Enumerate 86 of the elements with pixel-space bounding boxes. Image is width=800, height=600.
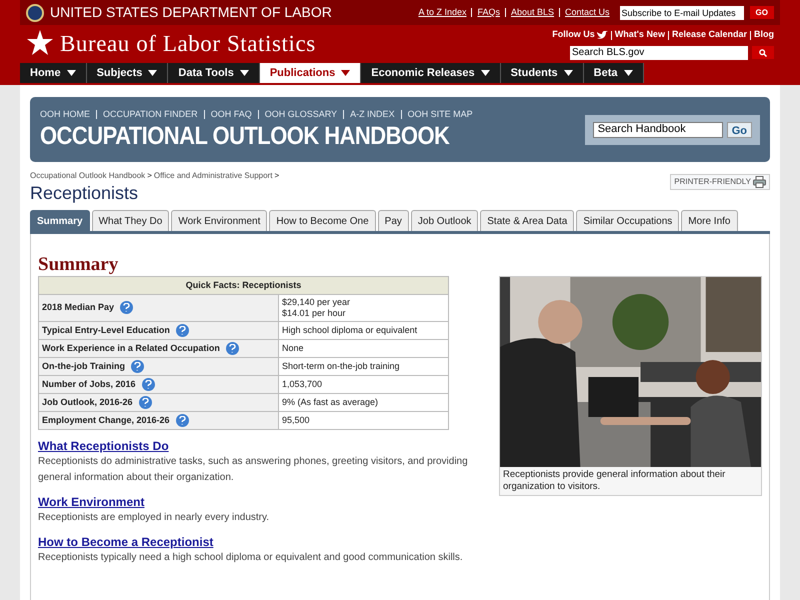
banner-link[interactable]: OOH FAQ <box>210 108 252 122</box>
site-search-field[interactable]: Search BLS.gov <box>570 46 748 60</box>
help-icon[interactable] <box>120 301 134 314</box>
caret-icon <box>624 70 632 76</box>
banner-link[interactable]: A-Z INDEX <box>350 108 395 122</box>
department-name: UNITED STATES DEPARTMENT OF LABOR <box>50 3 332 22</box>
banner-link[interactable]: OOH HOME <box>40 108 90 122</box>
section-tab[interactable]: State & Area Data <box>480 210 574 231</box>
site-title: Bureau of Labor Statistics <box>60 30 316 58</box>
caret-icon <box>66 70 76 76</box>
table-cell: Job Outlook, 2016-26 <box>38 394 278 412</box>
banner-link[interactable]: OOH SITE MAP <box>408 108 473 122</box>
help-icon[interactable] <box>131 360 144 373</box>
search-icon <box>759 48 767 57</box>
help-icon[interactable] <box>138 396 152 409</box>
section-tab[interactable]: Pay <box>378 210 409 231</box>
breadcrumb-separator: > <box>274 170 280 182</box>
caret-icon <box>240 70 249 76</box>
nav-menu[interactable]: Subjects <box>86 63 168 83</box>
caret-icon <box>564 70 573 76</box>
table-cell: High school diploma or equivalent <box>278 322 448 340</box>
seal-icon <box>26 4 44 22</box>
table-cell: Employment Change, 2016-26 <box>38 412 278 430</box>
section-tab[interactable]: Work Environment <box>171 210 268 231</box>
summary-heading: Summary <box>38 254 120 276</box>
section-link[interactable]: What Receptionists Do <box>38 438 169 454</box>
subscribe-field[interactable]: Subscribe to E-mail Updates <box>620 6 744 20</box>
table-cell: Typical Entry-Level Education <box>38 322 278 340</box>
table-cell: $29,140 per year $14.01 per hour <box>278 294 448 322</box>
section-link[interactable]: Work Environment <box>38 494 144 510</box>
quick-link[interactable]: What's New <box>614 28 665 42</box>
help-icon[interactable] <box>176 324 189 337</box>
table-cell: None <box>278 340 448 358</box>
handbook-go-button[interactable]: Go <box>726 122 752 138</box>
nav-menu[interactable]: Students <box>500 63 584 83</box>
top-link[interactable]: A to Z Index <box>418 6 466 20</box>
photo-caption: Receptionists provide general information about their organization to visitors. <box>500 467 761 495</box>
printer-icon <box>753 176 766 188</box>
table-title: Quick Facts: Receptionists <box>38 276 448 294</box>
table-cell: Number of Jobs, 2016 <box>38 376 278 394</box>
caret-icon <box>480 70 490 76</box>
section-text: Receptionists do administrative tasks, such as answering phones, greeting visitors, and providing general information about their organization. <box>38 455 469 485</box>
section-text: Receptionists typically need a high school diploma or equivalent and good communication skills. <box>38 551 464 565</box>
nav-menu[interactable]: Publications <box>260 63 362 83</box>
section-tab[interactable]: What They Do <box>92 210 170 231</box>
top-link[interactable]: Contact Us <box>565 6 610 20</box>
caret-icon <box>148 70 158 76</box>
table-cell: 9% (As fast as average) <box>278 394 448 412</box>
banner-link[interactable]: OCCUPATION FINDER <box>103 108 198 122</box>
breadcrumb-separator: > <box>147 170 152 182</box>
table-cell: 1,053,700 <box>278 376 448 394</box>
top-link[interactable]: About BLS <box>510 6 554 20</box>
table-cell: 95,500 <box>278 412 448 430</box>
table-cell: Work Experience in a Related Occupation <box>38 340 278 358</box>
nav-menu[interactable]: Home <box>20 63 87 83</box>
help-icon[interactable] <box>176 414 189 427</box>
section-tab[interactable]: Summary <box>30 210 90 231</box>
banner-link[interactable]: OOH GLOSSARY <box>264 108 338 122</box>
table-cell: On-the-job Training <box>38 358 278 376</box>
section-tab[interactable]: More Info <box>681 210 738 231</box>
nav-menu[interactable]: Economic Releases <box>361 63 501 83</box>
help-icon[interactable] <box>142 378 155 391</box>
section-text: Receptionists are employed in nearly every industry. <box>38 511 270 525</box>
printer-friendly-button[interactable]: PRINTER-FRIENDLY <box>670 174 770 190</box>
nav-menu[interactable]: Data Tools <box>168 63 260 83</box>
bird-icon[interactable] <box>596 30 608 40</box>
help-icon[interactable] <box>226 342 239 355</box>
top-link[interactable]: FAQs <box>477 6 500 20</box>
quick-link[interactable]: Release Calendar <box>672 28 747 42</box>
go-button[interactable]: GO <box>750 6 774 19</box>
section-link[interactable]: How to Become a Receptionist <box>38 534 214 550</box>
section-tab[interactable]: How to Become One <box>269 210 376 231</box>
section-tab[interactable]: Job Outlook <box>410 210 478 231</box>
section-tab[interactable]: Similar Occupations <box>576 210 680 231</box>
breadcrumb-link[interactable]: Office and Administrative Support <box>154 170 272 182</box>
handbook-title: OCCUPATIONAL OUTLOOK HANDBOOK <box>40 121 450 152</box>
search-button[interactable] <box>752 46 774 60</box>
breadcrumb-link[interactable]: Occupational Outlook Handbook <box>30 170 146 182</box>
follow-us-label: Follow Us <box>552 28 595 42</box>
handbook-search-field[interactable]: Search Handbook <box>592 122 723 138</box>
table-cell: Short-term on-the-job training <box>278 358 448 376</box>
table-cell: 2018 Median Pay <box>38 294 278 322</box>
nav-menu[interactable]: Beta <box>584 63 644 83</box>
page-title: Receptionists <box>30 182 140 204</box>
quick-link[interactable]: Blog <box>754 28 774 42</box>
caret-icon <box>341 70 350 76</box>
